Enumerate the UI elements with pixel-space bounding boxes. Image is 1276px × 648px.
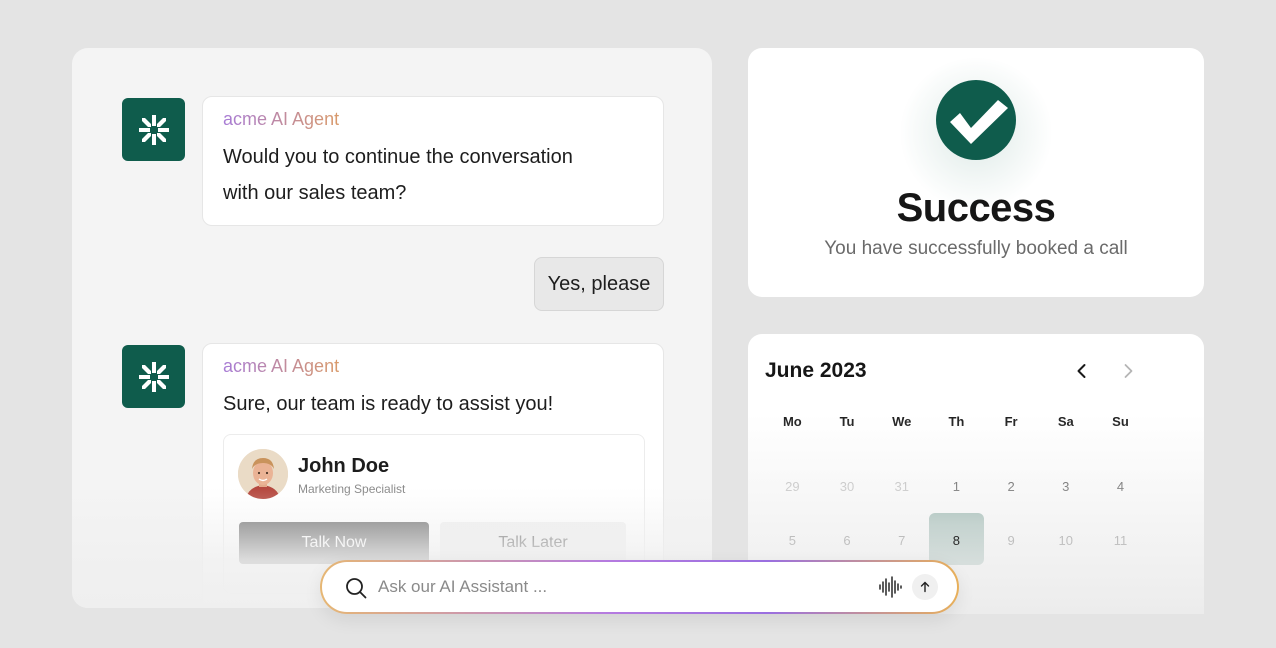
calendar-day[interactable]: 30 bbox=[820, 459, 875, 513]
agent-message-text: Would you to continue the conversation w… bbox=[223, 139, 573, 211]
search-icon bbox=[346, 578, 367, 599]
calendar-day[interactable]: 6 bbox=[820, 513, 875, 567]
user-message-text: Yes, please bbox=[547, 272, 651, 295]
calendar-grid: Mo Tu We Th Fr Sa Su 29 30 31 1 2 3 4 5 … bbox=[765, 414, 1165, 567]
agent-name: acme AI Agent bbox=[223, 356, 340, 376]
chevron-right-icon[interactable] bbox=[1118, 361, 1138, 381]
voice-waveform-icon[interactable] bbox=[878, 576, 904, 598]
chat-panel: acme AI Agent Would you to continue the … bbox=[72, 48, 712, 608]
calendar-day-number: 8 bbox=[952, 532, 961, 548]
talk-now-button[interactable]: Talk Now bbox=[239, 522, 429, 564]
search-bar-inner bbox=[322, 562, 957, 612]
contact-role: Marketing Specialist bbox=[298, 482, 406, 496]
calendar-week: 5 6 7 8 9 10 11 bbox=[765, 513, 1165, 567]
agent-message-line: Would you to continue the conversation bbox=[223, 146, 573, 168]
weekday-label: Tu bbox=[839, 414, 855, 429]
send-button[interactable] bbox=[912, 574, 938, 600]
calendar-month-title: June 2023 bbox=[765, 359, 867, 382]
calendar-day[interactable]: 2 bbox=[984, 459, 1039, 513]
calendar-week: 29 30 31 1 2 3 4 bbox=[765, 459, 1165, 513]
success-subtitle: You have successfully booked a call bbox=[824, 238, 1128, 259]
agent-logo-icon bbox=[122, 98, 185, 161]
agent-message-text: Sure, our team is ready to assist you! bbox=[223, 393, 554, 415]
weekday-label: We bbox=[892, 414, 912, 429]
calendar-day[interactable]: 4 bbox=[1093, 459, 1148, 513]
weekday-label: Fr bbox=[1004, 414, 1018, 429]
ai-assistant-search-bar bbox=[320, 560, 959, 614]
weekday-label: Su bbox=[1112, 414, 1129, 429]
chevron-left-icon[interactable] bbox=[1072, 361, 1092, 381]
agent-name: acme AI Agent bbox=[223, 109, 340, 129]
calendar-day[interactable]: 9 bbox=[984, 513, 1039, 567]
avatar bbox=[238, 449, 288, 499]
calendar-weekdays: Mo Tu We Th Fr Sa Su bbox=[765, 414, 1165, 429]
agent-message-line: with our sales team? bbox=[223, 182, 407, 204]
calendar-day[interactable]: 3 bbox=[1038, 459, 1093, 513]
calendar-day[interactable]: 5 bbox=[765, 513, 820, 567]
calendar-day[interactable]: 29 bbox=[765, 459, 820, 513]
calendar-day[interactable]: 7 bbox=[874, 513, 929, 567]
success-title: Success bbox=[896, 186, 1056, 230]
arrow-up-icon bbox=[920, 581, 930, 593]
calendar-day[interactable]: 10 bbox=[1038, 513, 1093, 567]
calendar-day-selected[interactable]: 8 bbox=[929, 513, 984, 567]
weekday-label: Sa bbox=[1057, 414, 1074, 429]
contact-name: John Doe bbox=[298, 455, 390, 477]
weekday-label: Mo bbox=[782, 414, 802, 429]
talk-later-button[interactable]: Talk Later bbox=[440, 522, 626, 564]
agent-logo-icon bbox=[122, 345, 185, 408]
success-card: Success You have successfully booked a c… bbox=[748, 48, 1204, 297]
agent-message-bubble: acme AI Agent Would you to continue the … bbox=[202, 96, 664, 226]
check-circle-icon bbox=[936, 80, 1016, 160]
calendar-day[interactable]: 1 bbox=[929, 459, 984, 513]
search-input[interactable] bbox=[378, 562, 858, 612]
calendar-day[interactable]: 31 bbox=[874, 459, 929, 513]
calendar-day[interactable]: 11 bbox=[1093, 513, 1148, 567]
user-message-bubble: Yes, please bbox=[534, 257, 664, 311]
weekday-label: Th bbox=[948, 414, 965, 429]
